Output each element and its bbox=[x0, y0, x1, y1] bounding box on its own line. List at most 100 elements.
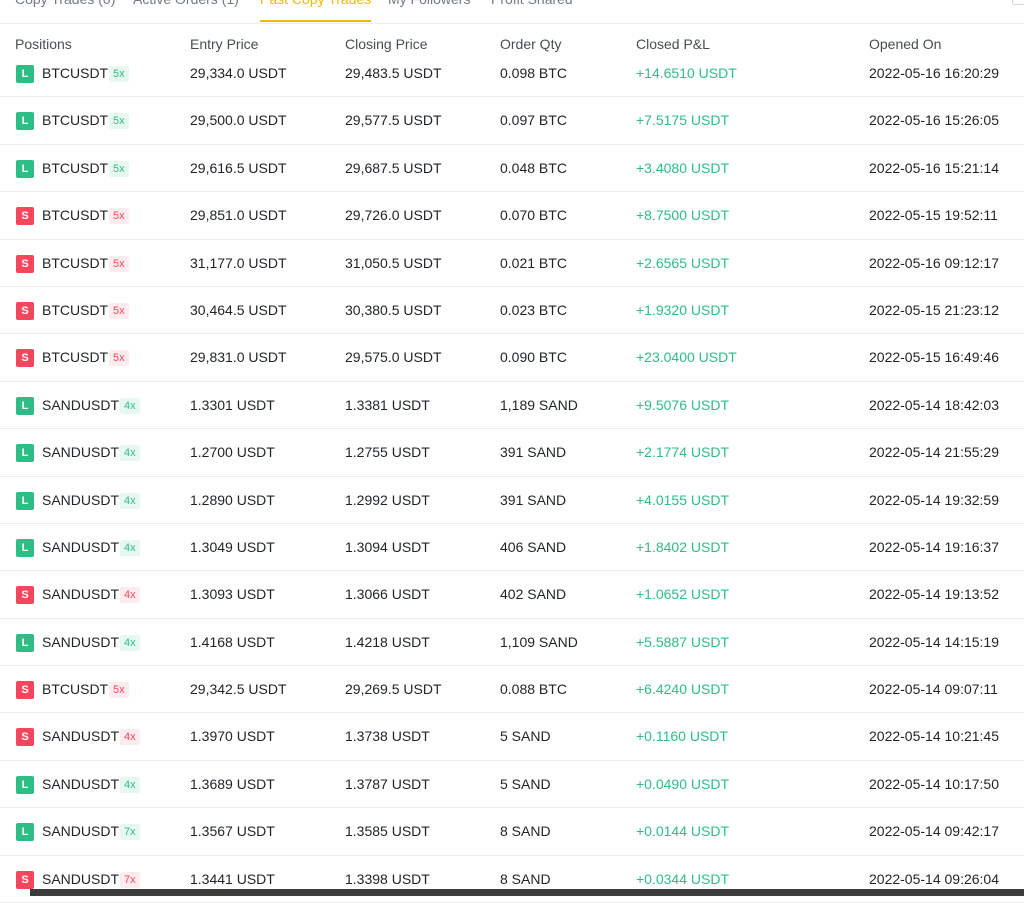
entry-price: 1.3301 USDT bbox=[190, 396, 275, 413]
order-qty: 0.088 BTC bbox=[500, 681, 567, 698]
symbol-label: BTCUSDT bbox=[42, 112, 109, 129]
side-badge: S bbox=[16, 870, 34, 889]
opened-on: 2022-05-14 10:21:45 bbox=[869, 728, 999, 745]
leverage-badge: 5x bbox=[109, 255, 129, 272]
closing-price: 29,726.0 USDT bbox=[345, 207, 442, 224]
opened-on: 2022-05-16 15:26:05 bbox=[869, 112, 999, 129]
leverage-badge: 5x bbox=[109, 66, 129, 82]
entry-price: 1.3567 USDT bbox=[190, 823, 275, 840]
closing-price: 1.2992 USDT bbox=[345, 491, 430, 508]
horizontal-scrollbar[interactable] bbox=[30, 889, 1024, 896]
entry-price: 1.2700 USDT bbox=[190, 444, 275, 461]
closed-pnl: +2.6565 USDT bbox=[636, 254, 729, 271]
closing-price: 29,687.5 USDT bbox=[345, 159, 442, 176]
tab-copy-trades[interactable]: Copy Trades (0) bbox=[15, 0, 115, 22]
closed-pnl: +0.0344 USDT bbox=[636, 870, 729, 887]
closing-price: 1.3094 USDT bbox=[345, 538, 430, 555]
side-badge: L bbox=[16, 112, 34, 131]
closing-price: 1.3787 USDT bbox=[345, 775, 430, 792]
side-badge: L bbox=[16, 633, 34, 652]
entry-price: 29,851.0 USDT bbox=[190, 207, 287, 224]
opened-on: 2022-05-16 09:12:17 bbox=[869, 254, 999, 271]
closed-pnl: +3.4080 USDT bbox=[636, 159, 729, 176]
closing-price: 29,269.5 USDT bbox=[345, 681, 442, 698]
opened-on: 2022-05-14 10:17:50 bbox=[869, 775, 999, 792]
leverage-badge: 5x bbox=[109, 208, 129, 225]
closing-price: 29,577.5 USDT bbox=[345, 112, 442, 129]
opened-on: 2022-05-14 21:55:29 bbox=[869, 444, 999, 461]
opened-on: 2022-05-15 19:52:11 bbox=[869, 207, 998, 224]
order-qty: 5 SAND bbox=[500, 728, 551, 745]
entry-price: 29,334.0 USDT bbox=[190, 65, 287, 81]
entry-price: 1.3049 USDT bbox=[190, 538, 275, 555]
order-qty: 391 SAND bbox=[500, 444, 567, 461]
side-badge: L bbox=[16, 538, 34, 557]
order-qty: 406 SAND bbox=[500, 538, 567, 555]
symbol-label: BTCUSDT bbox=[42, 349, 109, 366]
tab-past-copy-trades[interactable]: Past Copy Trades bbox=[260, 0, 372, 22]
closing-price: 1.4218 USDT bbox=[345, 633, 430, 650]
table-row: S SANDUSDT 4x 1.3970 USDT 1.3738 USDT 5 SAND +… bbox=[0, 713, 1024, 761]
leverage-badge: 4x bbox=[120, 634, 140, 651]
table-row: S BTCUSDT 5x 29,831.0 USDT 29,575.0 USDT 0.09… bbox=[0, 334, 1024, 382]
symbol-label: SANDUSDT bbox=[42, 491, 120, 508]
order-qty: 0.070 BTC bbox=[500, 207, 567, 224]
symbol-label: BTCUSDT bbox=[42, 65, 109, 81]
closing-price: 1.3398 USDT bbox=[345, 870, 430, 887]
table-row: S BTCUSDT 5x 30,464.5 USDT 30,380.5 USDT 0.02… bbox=[0, 287, 1024, 335]
closed-pnl: +0.0144 USDT bbox=[636, 823, 729, 840]
table-row: S SANDUSDT 4x 1.3093 USDT 1.3066 USDT 402 SAN… bbox=[0, 571, 1024, 619]
opened-on: 2022-05-16 15:21:14 bbox=[869, 159, 999, 176]
leverage-badge: 4x bbox=[120, 776, 140, 793]
closing-price: 1.3738 USDT bbox=[345, 728, 430, 745]
order-qty: 0.048 BTC bbox=[500, 159, 567, 176]
closed-pnl: +4.0155 USDT bbox=[636, 491, 729, 508]
table-row: L BTCUSDT 5x 29,616.5 USDT 29,687.5 USDT 0.04… bbox=[0, 145, 1024, 193]
leverage-badge: 4x bbox=[120, 445, 140, 462]
closed-pnl: +0.0490 USDT bbox=[636, 775, 729, 792]
side-badge: L bbox=[16, 491, 34, 510]
closing-price: 29,575.0 USDT bbox=[345, 349, 442, 366]
opened-on: 2022-05-14 09:07:11 bbox=[869, 681, 998, 698]
side-badge: L bbox=[16, 444, 34, 463]
side-badge: S bbox=[16, 586, 34, 605]
entry-price: 29,500.0 USDT bbox=[190, 112, 287, 129]
side-badge: L bbox=[16, 159, 34, 178]
tab-bar: Copy Trades (0) Active Orders (1) Past C… bbox=[0, 0, 1024, 24]
opened-on: 2022-05-14 19:32:59 bbox=[869, 491, 999, 508]
entry-price: 1.3093 USDT bbox=[190, 586, 275, 603]
side-badge: L bbox=[16, 823, 34, 842]
opened-on: 2022-05-16 16:20:29 bbox=[869, 65, 999, 81]
symbol-label: SANDUSDT bbox=[42, 728, 120, 745]
symbol-label: BTCUSDT bbox=[42, 681, 109, 698]
side-badge: S bbox=[16, 301, 34, 320]
order-qty: 8 SAND bbox=[500, 823, 551, 840]
leverage-badge: 5x bbox=[109, 160, 129, 177]
closing-price: 30,380.5 USDT bbox=[345, 301, 442, 318]
entry-price: 1.4168 USDT bbox=[190, 633, 275, 650]
side-badge: L bbox=[16, 65, 34, 83]
symbol-label: SANDUSDT bbox=[42, 823, 120, 840]
tab-profit-shared[interactable]: Profit Shared bbox=[491, 0, 573, 22]
entry-price: 1.2890 USDT bbox=[190, 491, 275, 508]
tab-my-followers[interactable]: My Followers bbox=[388, 0, 470, 22]
order-qty: 402 SAND bbox=[500, 586, 567, 603]
symbol-label: SANDUSDT bbox=[42, 444, 120, 461]
table-row: S BTCUSDT 5x 29,342.5 USDT 29,269.5 USDT 0.08… bbox=[0, 666, 1024, 714]
leverage-badge: 4x bbox=[120, 397, 140, 414]
entry-price: 29,831.0 USDT bbox=[190, 349, 287, 366]
order-qty: 5 SAND bbox=[500, 775, 551, 792]
order-qty: 0.090 BTC bbox=[500, 349, 567, 366]
closing-price: 1.2755 USDT bbox=[345, 444, 430, 461]
tab-active-orders[interactable]: Active Orders (1) bbox=[133, 0, 239, 22]
tab-bar-edge-control[interactable] bbox=[1012, 0, 1024, 5]
symbol-label: SANDUSDT bbox=[42, 538, 120, 555]
side-badge: S bbox=[16, 349, 34, 368]
order-qty: 1,189 SAND bbox=[500, 396, 578, 413]
entry-price: 1.3441 USDT bbox=[190, 870, 275, 887]
entry-price: 31,177.0 USDT bbox=[190, 254, 287, 271]
order-qty: 0.021 BTC bbox=[500, 254, 567, 271]
closed-pnl: +1.9320 USDT bbox=[636, 301, 729, 318]
leverage-badge: 5x bbox=[109, 113, 129, 130]
order-qty: 1,109 SAND bbox=[500, 633, 578, 650]
